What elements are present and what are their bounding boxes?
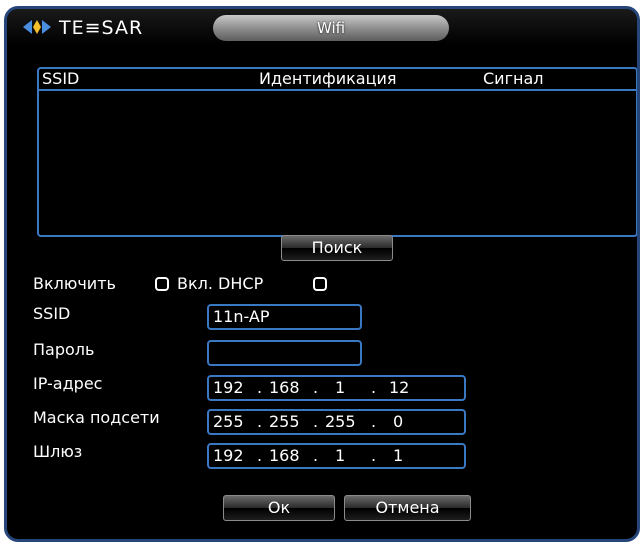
wifi-dialog: TE≡SAR Wifi SSID Идентификация Сигнал По… xyxy=(4,6,640,542)
gateway-octet-2[interactable]: 168 xyxy=(269,445,300,467)
wifi-network-list[interactable]: SSID Идентификация Сигнал xyxy=(37,67,637,237)
ok-button[interactable]: Ок xyxy=(223,495,335,521)
logo-text: TE≡SAR xyxy=(58,17,143,39)
search-button[interactable]: Поиск xyxy=(281,235,393,261)
ip-octet-3[interactable]: 1 xyxy=(335,377,345,399)
gateway-octet-3[interactable]: 1 xyxy=(335,445,345,467)
ip-label: IP-адрес xyxy=(33,374,103,393)
ip-octet-1[interactable]: 192 xyxy=(213,377,244,399)
ip-address-field[interactable]: 192 . 168 . 1 . 12 xyxy=(207,375,466,401)
password-label: Пароль xyxy=(33,340,95,359)
mask-dot: . xyxy=(257,412,263,431)
cancel-button[interactable]: Отмена xyxy=(344,495,471,521)
ip-dot: . xyxy=(371,378,377,397)
ip-octet-4[interactable]: 12 xyxy=(389,377,409,399)
gateway-octet-1[interactable]: 192 xyxy=(213,445,244,467)
gateway-label: Шлюз xyxy=(33,442,83,461)
mask-octet-1[interactable]: 255 xyxy=(213,411,244,433)
column-signal: Сигнал xyxy=(483,69,544,88)
gateway-dot: . xyxy=(313,446,319,465)
enable-checkbox[interactable] xyxy=(155,277,169,291)
gateway-dot: . xyxy=(257,446,263,465)
ip-dot: . xyxy=(257,378,263,397)
mask-octet-4[interactable]: 0 xyxy=(393,411,403,433)
column-ssid: SSID xyxy=(42,69,80,88)
tecsar-logo-icon: TE≡SAR xyxy=(23,17,143,39)
ssid-label: SSID xyxy=(33,304,71,323)
subnet-mask-field[interactable]: 255 . 255 . 255 . 0 xyxy=(207,409,466,435)
ip-octet-2[interactable]: 168 xyxy=(269,377,300,399)
subnet-mask-label: Маска подсети xyxy=(33,408,160,427)
dhcp-label: Вкл. DHCP xyxy=(177,274,264,293)
column-identification: Идентификация xyxy=(259,69,397,88)
mask-octet-2[interactable]: 255 xyxy=(269,411,300,433)
title-pill: Wifi xyxy=(213,15,449,41)
tecsar-logo: TE≡SAR xyxy=(21,15,211,39)
ip-dot: . xyxy=(313,378,319,397)
mask-dot: . xyxy=(313,412,319,431)
mask-octet-3[interactable]: 255 xyxy=(325,411,356,433)
gateway-dot: . xyxy=(371,446,377,465)
ssid-field[interactable]: 11n-AP xyxy=(207,304,362,330)
enable-label: Включить xyxy=(33,274,116,293)
window-title: Wifi xyxy=(316,19,346,37)
dhcp-checkbox[interactable] xyxy=(313,277,327,291)
gateway-field[interactable]: 192 . 168 . 1 . 1 xyxy=(207,443,466,469)
password-field[interactable] xyxy=(207,340,362,366)
title-bar: TE≡SAR Wifi xyxy=(7,9,637,45)
mask-dot: . xyxy=(371,412,377,431)
list-header: SSID Идентификация Сигнал xyxy=(39,69,636,91)
gateway-octet-4[interactable]: 1 xyxy=(393,445,403,467)
